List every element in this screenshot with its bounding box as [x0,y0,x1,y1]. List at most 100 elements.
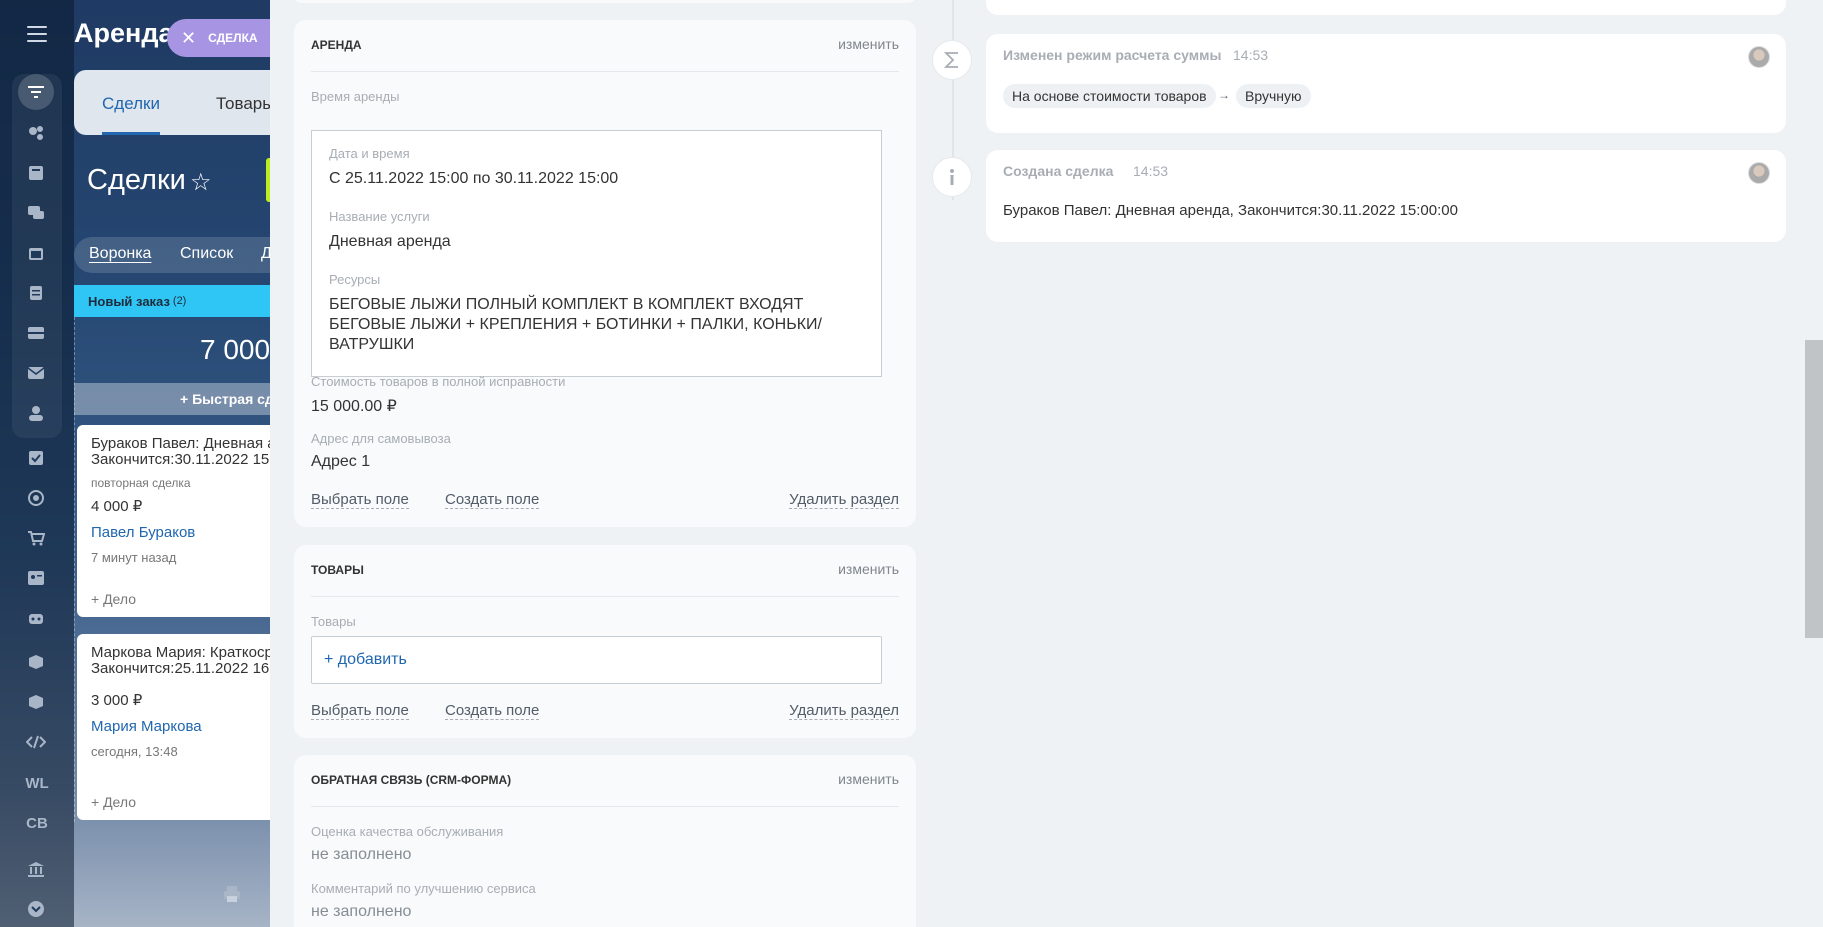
comment-label: Комментарий по улучшению сервиса [311,881,536,896]
section-feedback: ОБРАТНАЯ СВЯЗЬ (CRM-ФОРМА) изменить Оцен… [294,755,916,927]
create-field-link[interactable]: Создать поле [445,491,540,509]
tasks-icon[interactable] [24,446,48,470]
section-edit-link[interactable]: изменить [838,561,899,577]
resources-label: Ресурсы [329,272,381,287]
datetime-label: Дата и время [329,146,410,161]
timeline-item: Создана сделка 14:53 Бураков Павел: Днев… [986,150,1786,242]
drive-icon[interactable] [24,321,48,345]
timeline-item-previous [986,0,1786,15]
section-title: ТОВАРЫ [311,563,364,577]
timeline-item: Изменен режим расчета суммы 14:53 На осн… [986,34,1786,133]
section-edit-link[interactable]: изменить [838,771,899,787]
goods-label: Товары [311,614,356,629]
chevron-down-icon[interactable] [24,897,48,921]
star-icon[interactable]: ☆ [190,168,212,197]
section-edit-link[interactable]: изменить [838,36,899,52]
deal-card[interactable]: Маркова Мария: Краткоср Закончится:25.11… [77,634,294,820]
section-title: АРЕНДА [311,38,362,52]
section-goods: ТОВАРЫ изменить Товары + добавить Выбрат… [294,545,916,738]
deal-card-price: 4 000 ₽ [91,498,143,515]
timeline-item-time: 14:53 [1233,47,1269,63]
deal-card-title[interactable]: Бураков Павел: Дневная а [91,436,294,452]
datetime-value: С 25.11.2022 15:00 по 30.11.2022 15:00 [329,170,619,187]
printer-icon[interactable] [223,885,241,908]
quality-label: Оценка качества обслуживания [311,824,504,839]
column-sum: 7 000 [200,334,271,365]
add-goods-button[interactable]: + добавить [324,651,407,669]
menu-hamburger-icon[interactable] [27,26,47,42]
deal-card-person[interactable]: Павел Бураков [91,524,294,541]
column-name: Новый заказ [88,293,170,309]
resources-value: БЕГОВЫЕ ЛЫЖИ ПОЛНЫЙ КОМПЛЕКТ В КОМПЛЕКТ … [329,296,822,353]
deal-card-subtitle: повторная сделка [91,476,191,490]
comment-value[interactable]: не заполнено [311,903,411,921]
close-pill-label: СДЕЛКА [208,31,258,45]
crm-clients-icon[interactable] [24,121,48,145]
feed-icon[interactable] [24,161,48,185]
box-icon[interactable] [24,650,48,674]
mail-icon[interactable] [24,361,48,385]
quick-deal-button[interactable]: + Быстрая сд [74,383,294,415]
documents-icon[interactable] [24,281,48,305]
timeline-item-body: Бураков Павел: Дневная аренда, Закончитс… [1003,202,1458,219]
tab-deals[interactable]: Сделки [102,94,160,114]
left-menu: WL CB [0,0,74,927]
select-field-link[interactable]: Выбрать поле [311,491,409,509]
section-title: ОБРАТНАЯ СВЯЗЬ (CRM-ФОРМА) [311,773,512,787]
leftbar-cb-label[interactable]: CB [16,815,58,832]
section-header: ОБРАТНАЯ СВЯЗЬ (CRM-ФОРМА) изменить [311,755,899,807]
delete-section-link[interactable]: Удалить раздел [789,491,899,509]
cost-label: Стоимость товаров в полной исправности [311,374,566,389]
box-icon[interactable] [24,690,48,714]
robot-icon[interactable] [24,606,48,630]
kanban-column-header[interactable]: Новый заказ (2) [74,285,294,317]
timeline-item-title: Создана сделка [1003,163,1114,179]
deal-card-add-task[interactable]: + Дело [91,591,136,607]
deal-card-title[interactable]: Маркова Мария: Краткоср [91,645,294,661]
calendar-icon[interactable] [24,241,48,265]
tab-goods[interactable]: Товары [216,94,274,114]
view-funnel[interactable]: Воронка [89,245,151,263]
scrollbar-thumb[interactable] [1805,340,1823,638]
deal-card-title-line2[interactable]: Закончится:30.11.2022 15:0 [91,452,294,468]
employees-icon[interactable] [24,401,48,425]
deal-card-add-task[interactable]: + Дело [91,794,136,810]
address-value[interactable]: Адрес 1 [311,453,370,471]
code-icon[interactable] [24,730,48,754]
bank-icon[interactable] [24,857,48,881]
section-header: АРЕНДА изменить [311,20,899,72]
avatar[interactable] [1748,46,1770,68]
contact-center-icon[interactable] [24,566,48,590]
select-field-link[interactable]: Выбрать поле [311,702,409,720]
target-icon[interactable] [24,486,48,510]
calc-mode-from-chip: На основе стоимости товаров [1003,84,1216,108]
previous-section-card [294,0,916,3]
deal-card[interactable]: Бураков Павел: Дневная а Закончится:30.1… [77,425,294,617]
scrollbar[interactable] [1805,0,1823,927]
timeline-item-title: Изменен режим расчета суммы [1003,47,1222,63]
delete-section-link[interactable]: Удалить раздел [789,702,899,720]
deal-card-time: сегодня, 13:48 [91,744,178,759]
page-title: Сделки [87,164,186,196]
deal-card-title-line2[interactable]: Закончится:25.11.2022 16:0 [91,661,294,677]
deal-card-time: 7 минут назад [91,550,177,565]
arrow-right-icon: → [1218,88,1230,102]
avatar[interactable] [1748,162,1770,184]
view-list[interactable]: Список [180,245,233,263]
cost-value[interactable]: 15 000.00 ₽ [311,396,397,416]
column-count: (2) [172,295,187,307]
chat-icon[interactable] [24,201,48,225]
create-field-link[interactable]: Создать поле [445,702,540,720]
goods-field[interactable]: + добавить [311,636,882,684]
tab-active-underline [102,132,160,135]
quality-value[interactable]: не заполнено [311,846,411,864]
rent-time-label: Время аренды [311,89,400,104]
leftbar-wl-label[interactable]: WL [16,775,58,792]
rent-time-field[interactable]: Дата и время С 25.11.2022 15:00 по 30.11… [311,130,882,377]
close-slider-button[interactable]: ✕ СДЕЛКА [167,19,277,57]
service-label: Название услуги [329,209,430,224]
deal-card-person[interactable]: Мария Маркова [91,718,294,735]
funnel-icon[interactable] [18,74,54,110]
service-value: Дневная аренда [329,233,451,250]
shop-cart-icon[interactable] [24,526,48,550]
